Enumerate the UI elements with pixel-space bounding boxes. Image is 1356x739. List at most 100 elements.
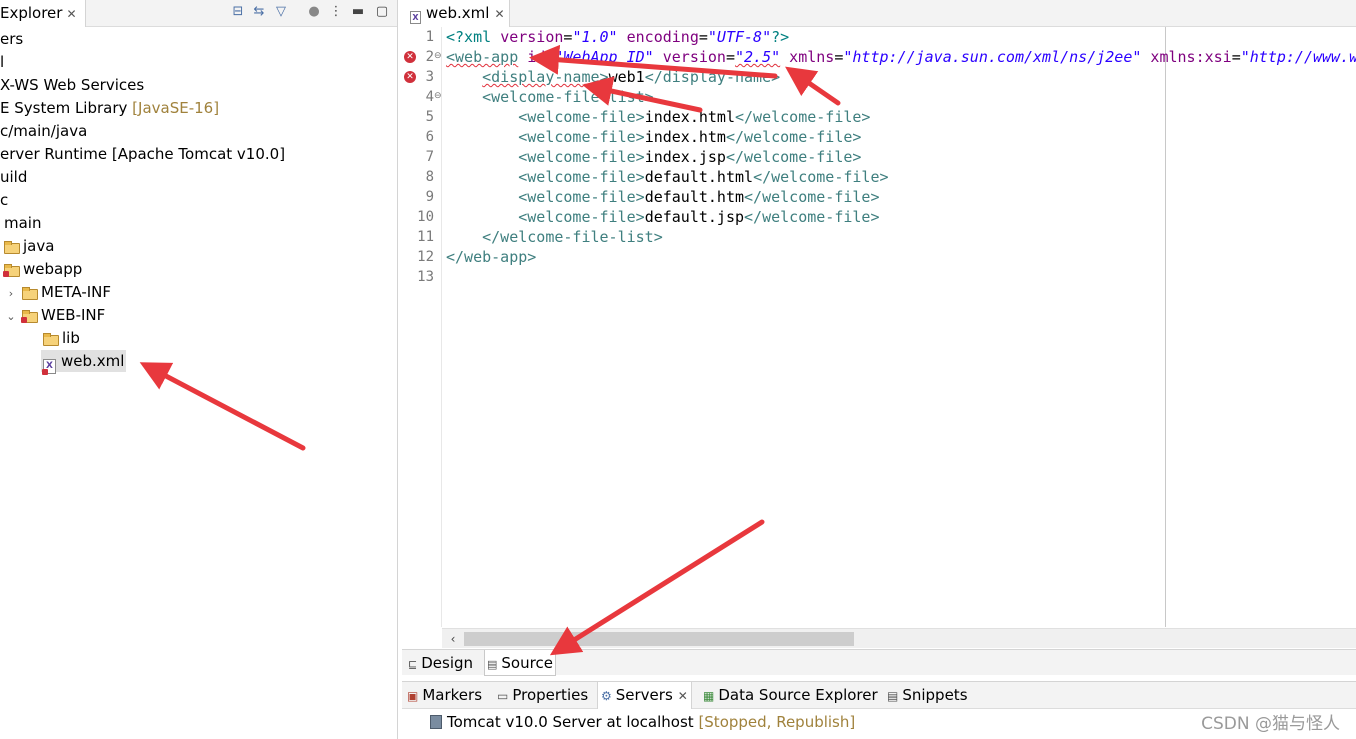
- minimize-icon[interactable]: ▬: [350, 4, 366, 20]
- chevron-right-icon[interactable]: ›: [4, 283, 18, 305]
- server-name: Tomcat v10.0 Server at localhost: [447, 713, 699, 731]
- tab-label: Data Source Explorer: [718, 686, 878, 704]
- tree-item-web-inf[interactable]: ⌄ WEB-INF: [4, 304, 105, 326]
- scroll-left-icon[interactable]: ‹: [446, 629, 460, 649]
- close-icon[interactable]: ✕: [66, 7, 76, 21]
- watermark: CSDN @猫与怪人: [1201, 714, 1340, 734]
- fold-collapse-icon[interactable]: ⊖: [434, 51, 442, 61]
- bottom-panel-tabs: ▣ Markers ▭ Properties ⚙ Servers ✕ ▦ Data Sou…: [402, 682, 1356, 709]
- code-line: <welcome-file>index.html</welcome-file>: [518, 108, 871, 126]
- code-line: </web-app>: [446, 248, 537, 266]
- line-number: 9: [425, 189, 434, 205]
- xml-file-error-icon: X: [42, 359, 56, 375]
- project-explorer: Explorer ✕ ⊟ ⇆ ▽ ● ⋮ ▬ ▢ ers l X-WS Web S…: [0, 0, 398, 739]
- tab-label: Markers: [422, 686, 483, 704]
- view-menu-icon[interactable]: ⋮: [328, 4, 344, 20]
- tab-label: Properties: [512, 686, 589, 704]
- tree-item[interactable]: ers: [0, 28, 23, 50]
- tree-item-label: ers: [0, 30, 24, 48]
- tree-item-label: META-INF: [41, 283, 112, 301]
- tree-item-web-xml[interactable]: Xweb.xml: [41, 350, 127, 375]
- tab-label: Source: [501, 654, 553, 672]
- line-number: 7: [425, 149, 434, 165]
- editor-header: Xweb.xml ✕: [402, 0, 1356, 27]
- filter-icon[interactable]: ▽: [273, 4, 289, 20]
- folder-error-icon: [3, 264, 20, 277]
- folder-icon: [43, 333, 59, 346]
- line-number: 4: [425, 89, 434, 105]
- chevron-down-icon[interactable]: ⌄: [4, 306, 18, 328]
- folder-icon: [22, 287, 38, 300]
- link-with-editor-icon[interactable]: ⇆: [251, 4, 267, 20]
- code-line: <welcome-file>default.html</welcome-file…: [518, 168, 889, 186]
- line-number: 8: [425, 169, 434, 185]
- fold-collapse-icon[interactable]: ⊖: [434, 91, 442, 101]
- tree-item-server-runtime[interactable]: erver Runtime [Apache Tomcat v10.0]: [0, 143, 285, 165]
- error-icon[interactable]: ✕: [404, 51, 416, 63]
- editor-tab-title: web.xml: [426, 4, 490, 22]
- tab-snippets[interactable]: ▤ Snippets: [884, 682, 971, 709]
- tree-item-label: X-WS Web Services: [0, 76, 145, 94]
- tree-item-label: E System Library: [0, 99, 133, 117]
- tree-item-label: main: [4, 214, 42, 232]
- server-state: [Stopped, Republish]: [698, 713, 856, 731]
- code-line: <web-app id="WebApp_ID" version="2.5" xm…: [446, 48, 1356, 66]
- tab-source[interactable]: ▤ Source: [484, 650, 556, 676]
- tab-design[interactable]: ⊑ Design: [406, 650, 475, 676]
- close-icon[interactable]: ✕: [678, 689, 688, 703]
- snippets-icon: ▤: [887, 689, 899, 703]
- line-number: 6: [425, 129, 434, 145]
- tree-item[interactable]: l: [0, 51, 4, 73]
- tree-item-jre-library[interactable]: E System Library [JavaSE-16]: [0, 97, 219, 119]
- tree-item-webapp[interactable]: webapp: [3, 258, 82, 280]
- tab-project-explorer[interactable]: Explorer ✕: [0, 0, 86, 27]
- tree-item-label: WEB-INF: [41, 306, 106, 324]
- tree-item-java[interactable]: java: [4, 235, 54, 257]
- tree-item-src[interactable]: c: [0, 189, 8, 211]
- code-line: </welcome-file-list>: [482, 228, 663, 246]
- source-page-icon: ▤: [487, 658, 498, 671]
- code-line: <welcome-file-list>: [482, 88, 654, 106]
- collapse-all-icon[interactable]: ⊟: [230, 4, 246, 20]
- editor-page-tabs: ⊑ Design ▤ Source: [402, 649, 1356, 676]
- explorer-tab-title: Explorer: [0, 4, 63, 22]
- tree-item-label: erver Runtime [Apache Tomcat v10.0]: [0, 145, 286, 163]
- tab-label: Snippets: [902, 686, 968, 704]
- server-icon: [430, 715, 442, 729]
- focus-icon[interactable]: ●: [306, 4, 322, 20]
- scrollbar-thumb[interactable]: [464, 632, 854, 646]
- tree-item-build[interactable]: uild: [0, 166, 27, 188]
- tree-item-jaxws[interactable]: X-WS Web Services: [0, 74, 144, 96]
- horizontal-scrollbar[interactable]: ‹: [442, 628, 1356, 648]
- tab-label: Design: [421, 654, 474, 672]
- code-line: <?xml version="1.0" encoding="UTF-8"?>: [446, 28, 790, 46]
- tree-item-main[interactable]: main: [4, 212, 41, 234]
- tab-data-source-explorer[interactable]: ▦ Data Source Explorer: [700, 682, 881, 709]
- tab-markers[interactable]: ▣ Markers: [404, 682, 485, 709]
- folder-icon: [4, 241, 20, 254]
- code-line: <welcome-file>default.htm</welcome-file>: [518, 188, 880, 206]
- tree-item-meta-inf[interactable]: › META-INF: [4, 281, 111, 303]
- server-item-tomcat[interactable]: Tomcat v10.0 Server at localhost [Stoppe…: [430, 711, 855, 733]
- tree-item-lib[interactable]: lib: [43, 327, 80, 349]
- tab-web-xml[interactable]: Xweb.xml ✕: [402, 0, 510, 27]
- code-line: <display-name>web1</display-name>: [482, 68, 781, 86]
- error-icon[interactable]: ✕: [404, 71, 416, 83]
- tab-servers[interactable]: ⚙ Servers ✕: [597, 682, 692, 709]
- xml-editor: Xweb.xml ✕ 1 2 ⊖ ✕ 3 ✕ 4 ⊖ 5 6 7 8 9 10 1…: [402, 0, 1356, 677]
- tree-item-label: c: [0, 191, 9, 209]
- tree-item-src-main-java[interactable]: c/main/java: [0, 120, 87, 142]
- line-number: 11: [417, 229, 434, 245]
- explorer-header: Explorer ✕ ⊟ ⇆ ▽ ● ⋮ ▬ ▢: [0, 0, 397, 27]
- close-icon[interactable]: ✕: [494, 7, 504, 21]
- line-number: 13: [417, 269, 434, 285]
- tree-item-label: l: [0, 53, 5, 71]
- code-area[interactable]: <?xml version="1.0" encoding="UTF-8"?> <…: [446, 27, 1356, 627]
- line-number: 10: [417, 209, 434, 225]
- tab-properties[interactable]: ▭ Properties: [494, 682, 591, 709]
- design-icon: ⊑: [408, 658, 418, 671]
- tree-item-label: web.xml: [61, 352, 125, 370]
- markers-icon: ▣: [407, 689, 419, 703]
- line-number: 5: [425, 109, 434, 125]
- maximize-icon[interactable]: ▢: [374, 4, 390, 20]
